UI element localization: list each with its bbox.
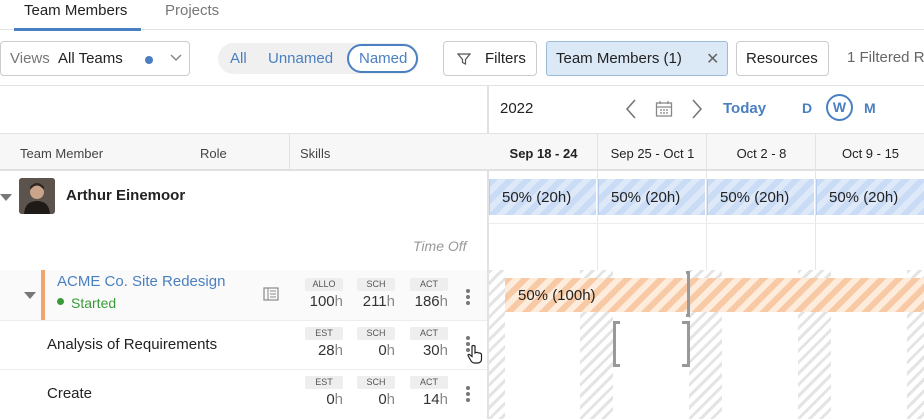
segment-unnamed[interactable]: Unnamed (268, 50, 333, 67)
col-role[interactable]: Role (200, 146, 227, 161)
allocation-bar[interactable]: 50% (20h) (707, 179, 814, 215)
filters-label: Filters (485, 50, 526, 67)
today-button[interactable]: Today (723, 100, 766, 117)
col-divider (289, 134, 290, 170)
metric-label: ACT (410, 327, 448, 340)
status-dot (57, 298, 64, 305)
time-off-label: Time Off (413, 238, 467, 254)
col-team-member[interactable]: Team Member (20, 146, 103, 161)
task-name[interactable]: Analysis of Requirements (47, 336, 217, 353)
metric-label: ACT (410, 278, 448, 291)
views-value: All Teams (58, 50, 123, 67)
tab-projects[interactable]: Projects (165, 0, 219, 30)
chevron-right-icon[interactable] (690, 98, 704, 120)
segment-all[interactable]: All (230, 50, 247, 67)
views-label: Views (10, 50, 50, 67)
task-name[interactable]: Create (47, 385, 92, 402)
more-options-icon[interactable] (466, 386, 470, 404)
week-header: Sep 18 - 24 (509, 146, 578, 161)
bracket-mask (620, 318, 682, 370)
chevron-down-icon (170, 54, 182, 62)
range-bracket (686, 271, 690, 317)
segment-named[interactable]: Named (359, 50, 407, 67)
metric-label: ACT (410, 376, 448, 389)
col-skills[interactable]: Skills (300, 146, 330, 161)
metric-value: 211h (362, 293, 395, 310)
week-header: Oct 2 - 8 (736, 146, 787, 161)
more-options-icon[interactable] (466, 289, 470, 307)
header-divider (0, 85, 924, 86)
metric-value: 0h (326, 391, 343, 408)
column-header-row: Team Member Role Skills Sep 18 - 24 Sep … (0, 133, 924, 171)
avatar (19, 178, 55, 214)
metric-value: 0h (378, 342, 395, 359)
metric-value: 28h (317, 342, 343, 359)
filters-button[interactable]: Filters (443, 41, 537, 76)
views-dropdown[interactable]: Views All Teams (0, 41, 190, 76)
metric-label: EST (305, 376, 343, 389)
zoom-month-button[interactable]: M (864, 100, 876, 116)
zoom-day-button[interactable]: D (802, 100, 812, 116)
allocation-bar[interactable]: 50% (20h) (598, 179, 705, 215)
tab-team-members[interactable]: Team Members (13, 0, 142, 31)
chevron-left-icon[interactable] (624, 98, 638, 120)
resources-label: Resources (746, 50, 818, 67)
collapse-caret-icon[interactable] (24, 292, 36, 299)
chip-label: Team Members (1) (556, 50, 682, 67)
row-divider (0, 369, 487, 370)
calendar-icon[interactable] (655, 100, 673, 118)
row-divider (0, 320, 487, 321)
close-icon[interactable]: ✕ (706, 49, 719, 69)
metric-label: SCH (357, 327, 395, 340)
project-name-link[interactable]: ACME Co. Site Redesign (57, 273, 225, 290)
allocation-bar[interactable]: 50% (20h) (816, 179, 924, 215)
name-filter-segmented: All Unnamed Named (218, 43, 419, 74)
filtered-count: 1 Filtered R (847, 49, 924, 66)
collapse-caret-icon[interactable] (0, 194, 12, 201)
metric-value: 186h (414, 293, 448, 310)
metric-label: SCH (357, 376, 395, 389)
member-name[interactable]: Arthur Einemoor (66, 187, 185, 204)
metric-value: 0h (378, 391, 395, 408)
timeline-year: 2022 (500, 100, 534, 117)
grid-line (489, 223, 924, 224)
hand-cursor-icon (467, 344, 483, 364)
resources-button[interactable]: Resources (736, 41, 829, 76)
week-header: Sep 25 - Oct 1 (610, 146, 695, 161)
filter-icon (457, 53, 471, 65)
view-indicator-dot (145, 56, 153, 64)
filter-chip-team-members[interactable]: Team Members (1) ✕ (546, 41, 728, 76)
zoom-week-button[interactable]: W (826, 94, 853, 121)
view-tabs: Team Members Projects (0, 0, 924, 31)
non-working-hatch (489, 270, 505, 419)
allocation-bar[interactable]: 50% (20h) (489, 179, 596, 215)
week-header: Oct 9 - 15 (841, 146, 900, 161)
metric-label: SCH (357, 278, 395, 291)
metric-label: ALLO (305, 278, 343, 291)
metric-value: 14h (422, 391, 448, 408)
project-status: Started (71, 295, 117, 311)
project-color-bar (41, 270, 45, 320)
metric-value: 100h (309, 293, 343, 310)
metric-label: EST (305, 327, 343, 340)
metric-value: 30h (422, 342, 448, 359)
project-allocation-bar[interactable]: 50% (100h) (505, 278, 924, 312)
notes-icon[interactable] (263, 287, 279, 301)
